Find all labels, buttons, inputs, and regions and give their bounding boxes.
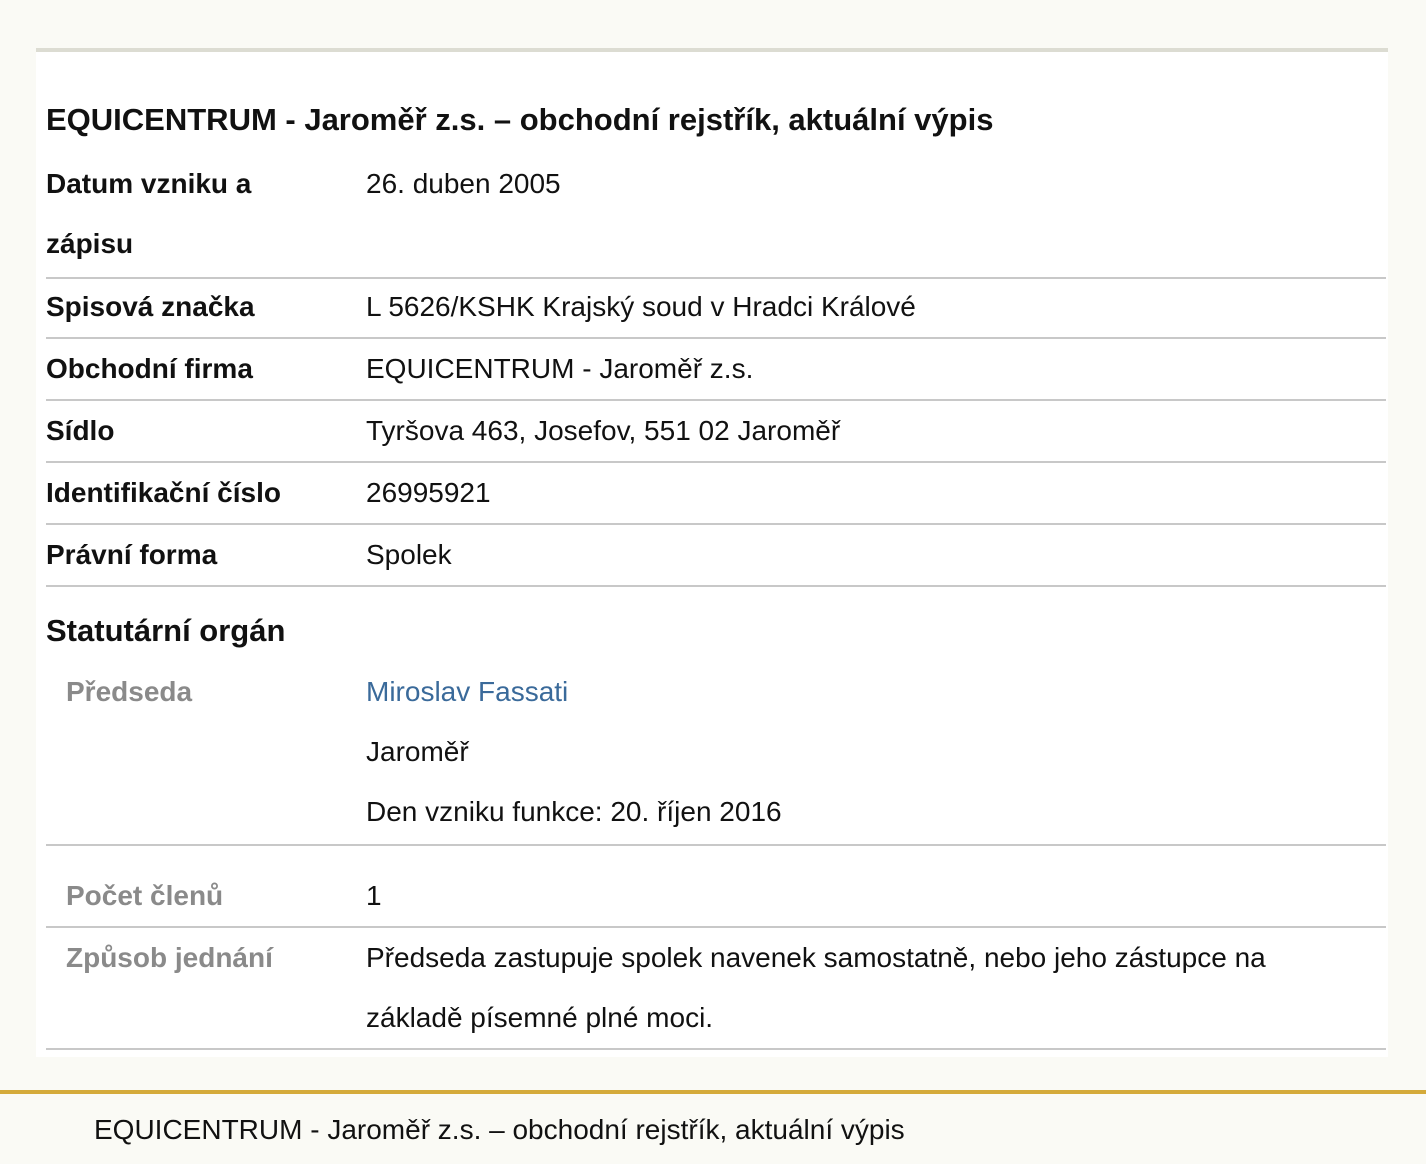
row-address: Sídlo Tyršova 463, Josefov, 551 02 Jarom… xyxy=(46,401,1386,463)
row-label: Počet členů xyxy=(66,880,224,911)
row-chair: Předseda Miroslav Fassati Jaroměř Den vz… xyxy=(46,662,1386,846)
chair-name-link-wrapper: Miroslav Fassati xyxy=(366,662,1346,722)
row-value: 26. duben 2005 xyxy=(366,168,561,199)
row-file-number: Spisová značka L 5626/KSHK Krajský soud … xyxy=(46,277,1386,339)
row-label: Datum vzniku a zápisu xyxy=(46,168,252,259)
row-member-count: Počet členů 1 xyxy=(46,846,1386,928)
row-label: Způsob jednání xyxy=(66,942,273,973)
chair-name-link[interactable]: Miroslav Fassati xyxy=(366,676,568,707)
row-value: 26995921 xyxy=(366,477,491,508)
footer-divider xyxy=(0,1090,1426,1094)
chair-city: Jaroměř xyxy=(366,736,469,767)
row-value: Předseda zastupuje spolek navenek samost… xyxy=(366,942,1266,1033)
footer-title: EQUICENTRUM - Jaroměř z.s. – obchodní re… xyxy=(94,1114,905,1145)
row-label: Identifikační číslo xyxy=(46,477,281,508)
row-business-name: Obchodní firma EQUICENTRUM - Jaroměř z.s… xyxy=(46,339,1386,401)
row-value: Tyršova 463, Josefov, 551 02 Jaroměř xyxy=(366,415,841,446)
row-value: 1 xyxy=(366,880,382,911)
chair-since: Den vzniku funkce: 20. říjen 2016 xyxy=(366,796,782,827)
row-company-id: Identifikační číslo 26995921 xyxy=(46,463,1386,525)
row-representation: Způsob jednání Předseda zastupuje spolek… xyxy=(46,928,1386,1050)
row-value: Spolek xyxy=(366,539,452,570)
page-title: EQUICENTRUM - Jaroměř z.s. – obchodní re… xyxy=(46,102,994,137)
row-label: Obchodní firma xyxy=(46,353,253,384)
row-label: Právní forma xyxy=(46,539,218,570)
row-founding-date: Datum vzniku a zápisu 26. duben 2005 xyxy=(46,154,1386,279)
row-label: Předseda xyxy=(66,676,193,707)
row-value: L 5626/KSHK Krajský soud v Hradci Králov… xyxy=(366,291,916,322)
section-title-statutory: Statutární orgán xyxy=(46,613,286,648)
row-value: EQUICENTRUM - Jaroměř z.s. xyxy=(366,353,754,384)
registry-card: EQUICENTRUM - Jaroměř z.s. – obchodní re… xyxy=(36,48,1388,1057)
row-legal-form: Právní forma Spolek xyxy=(46,525,1386,587)
row-label: Spisová značka xyxy=(46,291,255,322)
row-label: Sídlo xyxy=(46,415,115,446)
chair-details: Miroslav Fassati Jaroměř Den vzniku funk… xyxy=(366,662,1346,842)
